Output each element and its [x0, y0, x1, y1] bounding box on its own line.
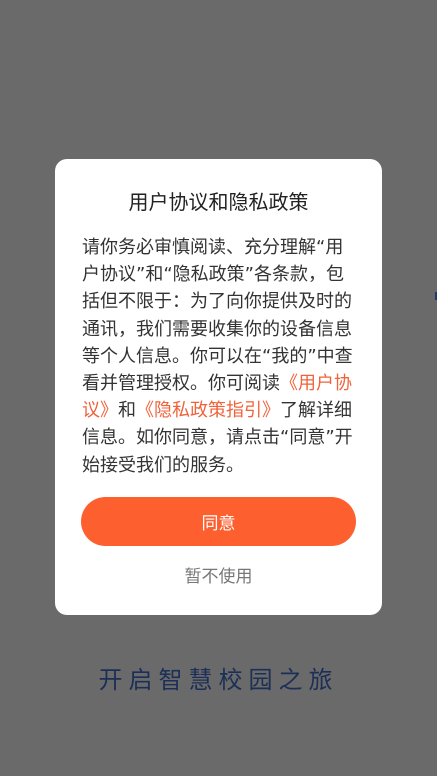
body-text-intro: 请你务必审慎阅读、充分理解“用户协议”和“隐私政策”各条款，包括但不限于：为了向… [82, 237, 353, 395]
dialog-body: 请你务必审慎阅读、充分理解“用户协议”和“隐私政策”各条款，包括但不限于：为了向… [82, 234, 358, 479]
dialog-title: 用户协议和隐私政策 [128, 190, 309, 214]
agree-button[interactable]: 同意 [81, 497, 356, 546]
privacy-dialog: 用户协议和隐私政策 请你务必审慎阅读、充分理解“用户协议”和“隐私政策”各条款，… [55, 159, 382, 615]
decline-button[interactable]: 暂不使用 [55, 565, 382, 589]
body-connector: 和 [118, 400, 136, 422]
privacy-guide-link[interactable]: 《隐私政策指引》 [136, 400, 280, 421]
slogan-text: 开启智慧校园之旅 [98, 666, 339, 694]
